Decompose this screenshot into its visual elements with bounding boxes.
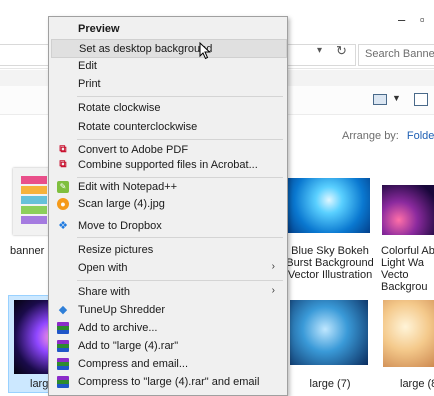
menu-item-print[interactable]: Print xyxy=(51,75,285,94)
file-label[interactable]: Blue Sky Bokeh Burst Background Vector I… xyxy=(283,245,377,281)
menu-item-label: Rotate clockwise xyxy=(78,102,161,114)
menu-item-add-to-rar[interactable]: Add to "large (4).rar" xyxy=(51,337,285,356)
menu-item-move-to-dropbox[interactable]: ❖ Move to Dropbox xyxy=(51,217,285,236)
adobe-pdf-icon: ⧉ xyxy=(59,144,67,155)
banner-stripe xyxy=(21,196,47,204)
menu-item-label: Rotate counterclockwise xyxy=(78,121,198,133)
banner-stripe xyxy=(21,206,47,214)
search-placeholder: Search Banners a xyxy=(365,48,434,60)
menu-item-preview[interactable]: Preview xyxy=(51,20,285,39)
minimize-button[interactable]: – xyxy=(398,12,405,27)
menu-item-scan[interactable]: ● Scan large (4).jpg xyxy=(51,195,285,214)
menu-item-compress-to-rar-and-email[interactable]: Compress to "large (4).rar" and email xyxy=(51,373,285,392)
search-input[interactable]: Search Banners a xyxy=(358,44,434,66)
menu-separator xyxy=(77,237,283,238)
file-label[interactable]: Colorful Ab Light Wa Vecto Backgrou xyxy=(381,245,434,293)
banner-stripe xyxy=(21,176,47,184)
winrar-icon xyxy=(57,322,69,334)
menu-item-add-to-archive[interactable]: Add to archive... xyxy=(51,319,285,338)
menu-separator xyxy=(77,280,283,281)
file-thumbnail-banner[interactable] xyxy=(13,168,53,235)
scan-icon: ● xyxy=(57,198,69,210)
menu-item-combine-acrobat[interactable]: ⧉ Combine supported files in Acrobat... xyxy=(51,156,285,175)
chevron-down-icon[interactable]: ▾ xyxy=(317,45,322,56)
menu-item-rotate-clockwise[interactable]: Rotate clockwise xyxy=(51,99,285,118)
menu-item-label: Add to "large (4).rar" xyxy=(78,340,179,352)
file-thumbnail-colorful[interactable] xyxy=(382,185,434,235)
menu-item-label: Convert to Adobe PDF xyxy=(78,144,189,156)
menu-item-label: Add to archive... xyxy=(78,322,158,334)
menu-separator xyxy=(77,139,283,140)
menu-item-label: Scan large (4).jpg xyxy=(78,198,165,210)
banner-stripe xyxy=(21,216,47,224)
refresh-icon[interactable]: ↻ xyxy=(336,43,347,59)
menu-item-label: TuneUp Shredder xyxy=(78,304,166,316)
mouse-pointer-icon xyxy=(199,42,211,60)
menu-item-rotate-counterclockwise[interactable]: Rotate counterclockwise xyxy=(51,118,285,137)
view-dropdown-icon[interactable]: ▼ xyxy=(392,93,401,103)
acrobat-combine-icon: ⧉ xyxy=(59,159,67,170)
file-thumbnail-large-7[interactable] xyxy=(290,300,368,365)
menu-item-label: Edit with Notepad++ xyxy=(78,181,178,193)
arrange-by-value[interactable]: Folder xyxy=(407,130,434,142)
arrange-by-label: Arrange by: xyxy=(342,130,399,142)
menu-item-label: Compress to "large (4).rar" and email xyxy=(78,376,260,388)
banner-stripe xyxy=(21,186,47,194)
menu-separator xyxy=(77,96,283,97)
arrange-by: Arrange by: Folder xyxy=(342,130,434,142)
notepad-plus-plus-icon: ✎ xyxy=(57,181,69,193)
submenu-arrow-icon: › xyxy=(271,261,275,272)
file-label[interactable]: large (8 xyxy=(400,378,434,390)
menu-item-edit[interactable]: Edit xyxy=(51,57,285,76)
maximize-button[interactable]: ▫ xyxy=(420,12,425,27)
menu-item-resize-pictures[interactable]: Resize pictures xyxy=(51,241,285,260)
menu-item-label: Print xyxy=(78,78,101,90)
preview-pane-icon[interactable] xyxy=(414,93,428,106)
context-menu: Preview Set as desktop background Edit P… xyxy=(48,16,288,396)
menu-item-label: Open with xyxy=(78,262,128,274)
menu-item-label: Share with xyxy=(78,286,130,298)
menu-item-label: Combine supported files in Acrobat... xyxy=(78,159,258,171)
menu-item-label: Move to Dropbox xyxy=(78,220,162,232)
file-thumbnail-large-8[interactable] xyxy=(383,300,434,367)
menu-item-tuneup-shredder[interactable]: ◆ TuneUp Shredder xyxy=(51,301,285,320)
menu-item-label: Compress and email... xyxy=(78,358,189,370)
menu-item-share-with[interactable]: Share with › xyxy=(51,283,285,302)
file-thumbnail-blue-sky[interactable] xyxy=(288,178,370,233)
winrar-icon xyxy=(57,340,69,352)
file-label[interactable]: large (7) xyxy=(295,378,365,390)
menu-item-label: Set as desktop background xyxy=(79,43,213,55)
winrar-icon xyxy=(57,358,69,370)
change-view-icon[interactable] xyxy=(373,94,387,105)
winrar-icon xyxy=(57,376,69,388)
submenu-arrow-icon: › xyxy=(271,285,275,296)
menu-item-label: Preview xyxy=(78,23,120,35)
menu-item-label: Edit xyxy=(78,60,97,72)
menu-item-compress-and-email[interactable]: Compress and email... xyxy=(51,355,285,374)
menu-item-open-with[interactable]: Open with › xyxy=(51,259,285,278)
tuneup-shredder-icon: ◆ xyxy=(58,304,68,316)
dropbox-icon: ❖ xyxy=(58,220,68,232)
menu-item-label: Resize pictures xyxy=(78,244,154,256)
menu-item-set-desktop-background[interactable]: Set as desktop background xyxy=(51,39,287,58)
